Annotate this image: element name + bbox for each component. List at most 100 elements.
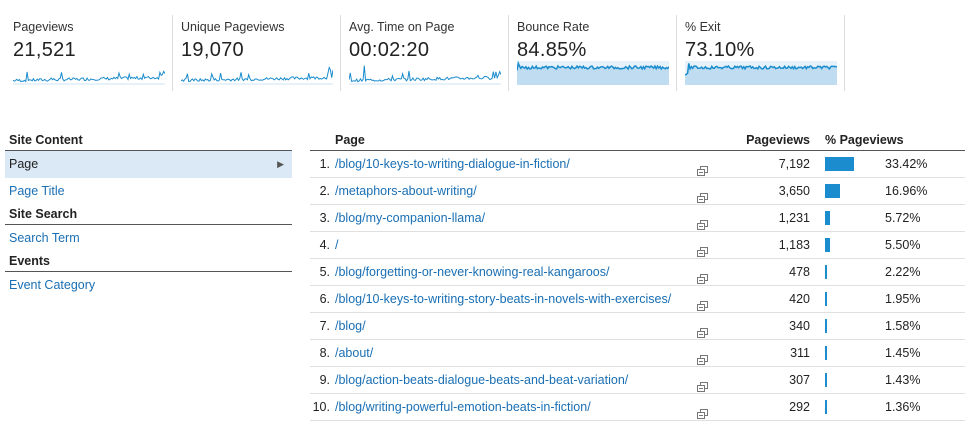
row-number: 3. (319, 211, 330, 225)
external-link-icon[interactable] (697, 375, 708, 392)
external-link-icon[interactable] (697, 402, 708, 419)
row-number: 1. (319, 157, 330, 171)
pct-bar (825, 184, 840, 198)
external-link-icon[interactable] (697, 213, 708, 230)
pageviews-value: 478 (789, 265, 810, 279)
pageviews-value: 307 (789, 373, 810, 387)
sparkline (181, 61, 333, 85)
pageviews-value: 292 (789, 400, 810, 414)
pageviews-value: 3,650 (778, 184, 810, 198)
pct-value: 16.96% (885, 184, 928, 198)
metric-label: Pageviews (13, 20, 74, 34)
table-row: 5. /blog/forgetting-or-never-knowing-real… (310, 259, 965, 286)
page-link[interactable]: /metaphors-about-writing/ (335, 178, 477, 204)
page-link[interactable]: /blog/my-companion-llama/ (335, 205, 485, 231)
pct-value: 2.22% (885, 265, 921, 279)
page-link[interactable]: /blog/ (335, 313, 366, 339)
metric-label: Bounce Rate (517, 20, 590, 34)
metric-label: Unique Pageviews (181, 20, 285, 34)
metric-value: 19,070 (181, 39, 244, 61)
table-row: 3. /blog/my-companion-llama/1,231 5.72% (310, 205, 965, 232)
row-number: 7. (319, 319, 330, 333)
external-link-icon[interactable] (697, 240, 708, 257)
external-link-icon[interactable] (697, 294, 708, 311)
metric-value: 84.85% (517, 39, 587, 61)
nav-item-page-title[interactable]: Page Title (5, 178, 292, 205)
pct-bar (825, 400, 827, 414)
page-link[interactable]: /blog/forgetting-or-never-knowing-real-k… (335, 259, 609, 285)
pct-value: 5.50% (885, 238, 921, 252)
nav-header-site-content: Site Content (5, 131, 292, 151)
page-link[interactable]: /blog/10-keys-to-writing-dialogue-in-fic… (335, 151, 570, 177)
table-row: 4. / 1,183 5.50% (310, 232, 965, 259)
nav-header-site-search: Site Search (5, 205, 292, 225)
pageviews-value: 7,192 (778, 157, 810, 171)
pages-table: Page Pageviews % Pageviews 1. /blog/10-ke… (310, 131, 965, 421)
external-link-icon[interactable] (697, 348, 708, 365)
metric-pageviews[interactable]: Pageviews 21,521 (5, 15, 173, 91)
table-row: 6. /blog/10-keys-to-writing-story-beats-i… (310, 286, 965, 313)
pageviews-value: 1,183 (778, 238, 810, 252)
row-number: 2. (319, 184, 330, 198)
pct-value: 1.95% (885, 292, 921, 306)
column-header-pageviews[interactable]: Pageviews (746, 131, 810, 150)
page-link[interactable]: /about/ (335, 340, 373, 366)
metric-unique-pageviews[interactable]: Unique Pageviews 19,070 (173, 15, 341, 91)
row-number: 8. (319, 346, 330, 360)
pct-value: 1.43% (885, 373, 921, 387)
pct-bar (825, 238, 830, 252)
column-header-pct-pageviews[interactable]: % Pageviews (825, 131, 904, 150)
pct-value: 1.58% (885, 319, 921, 333)
table-row: 7. /blog/340 1.58% (310, 313, 965, 340)
sparkline (517, 61, 669, 85)
metric-value: 73.10% (685, 39, 755, 61)
metric-value: 21,521 (13, 39, 76, 61)
pageviews-value: 1,231 (778, 211, 810, 225)
sparkline (685, 61, 837, 85)
table-row: 2. /metaphors-about-writing/3,650 16.96% (310, 178, 965, 205)
metric-label: Avg. Time on Page (349, 20, 455, 34)
pageviews-value: 340 (789, 319, 810, 333)
pct-bar (825, 292, 827, 306)
page-link[interactable]: /blog/action-beats-dialogue-beats-and-be… (335, 367, 628, 393)
nav-item-search-term[interactable]: Search Term (5, 225, 292, 252)
pct-value: 1.36% (885, 400, 921, 414)
sparkline (349, 61, 501, 85)
table-row: 8. /about/311 1.45% (310, 340, 965, 367)
caret-right-icon: ▶ (277, 159, 284, 169)
metric-label: % Exit (685, 20, 721, 34)
sparkline (13, 61, 165, 85)
pct-bar (825, 319, 827, 333)
pct-value: 33.42% (885, 157, 928, 171)
table-row: 9. /blog/action-beats-dialogue-beats-and-… (310, 367, 965, 394)
pct-bar (825, 265, 827, 279)
metric-avg-time-on-page[interactable]: Avg. Time on Page 00:02:20 (341, 15, 509, 91)
nav-item-event-category[interactable]: Event Category (5, 272, 292, 299)
external-link-icon[interactable] (697, 186, 708, 203)
row-number: 5. (319, 265, 330, 279)
nav-item-page[interactable]: Page ▶ (5, 151, 292, 178)
row-number: 6. (319, 292, 330, 306)
pct-bar (825, 346, 827, 360)
metric-cards: Pageviews 21,521 Unique Pageviews 19,070… (5, 15, 845, 91)
table-row: 10. /blog/writing-powerful-emotion-beats-… (310, 394, 965, 421)
table-body: 1. /blog/10-keys-to-writing-dialogue-in-f… (310, 151, 965, 421)
external-link-icon[interactable] (697, 321, 708, 338)
row-number: 10. (312, 400, 330, 414)
page-link[interactable]: / (335, 232, 338, 258)
page-link[interactable]: /blog/10-keys-to-writing-story-beats-in-… (335, 286, 671, 312)
dimension-nav: Site Content Page ▶ Page Title Site Sear… (5, 131, 292, 299)
metric-value: 00:02:20 (349, 39, 430, 61)
row-number: 9. (319, 373, 330, 387)
external-link-icon[interactable] (697, 159, 708, 176)
metric-bounce-rate[interactable]: Bounce Rate 84.85% (509, 15, 677, 91)
metric-exit[interactable]: % Exit 73.10% (677, 15, 845, 91)
table-header: Page Pageviews % Pageviews (310, 131, 965, 151)
table-row: 1. /blog/10-keys-to-writing-dialogue-in-f… (310, 151, 965, 178)
column-header-page[interactable]: Page (335, 131, 365, 150)
nav-item-label: Page (9, 157, 39, 171)
external-link-icon[interactable] (697, 267, 708, 284)
row-number: 4. (319, 238, 330, 252)
page-link[interactable]: /blog/writing-powerful-emotion-beats-in-… (335, 394, 591, 420)
pct-value: 1.45% (885, 346, 921, 360)
